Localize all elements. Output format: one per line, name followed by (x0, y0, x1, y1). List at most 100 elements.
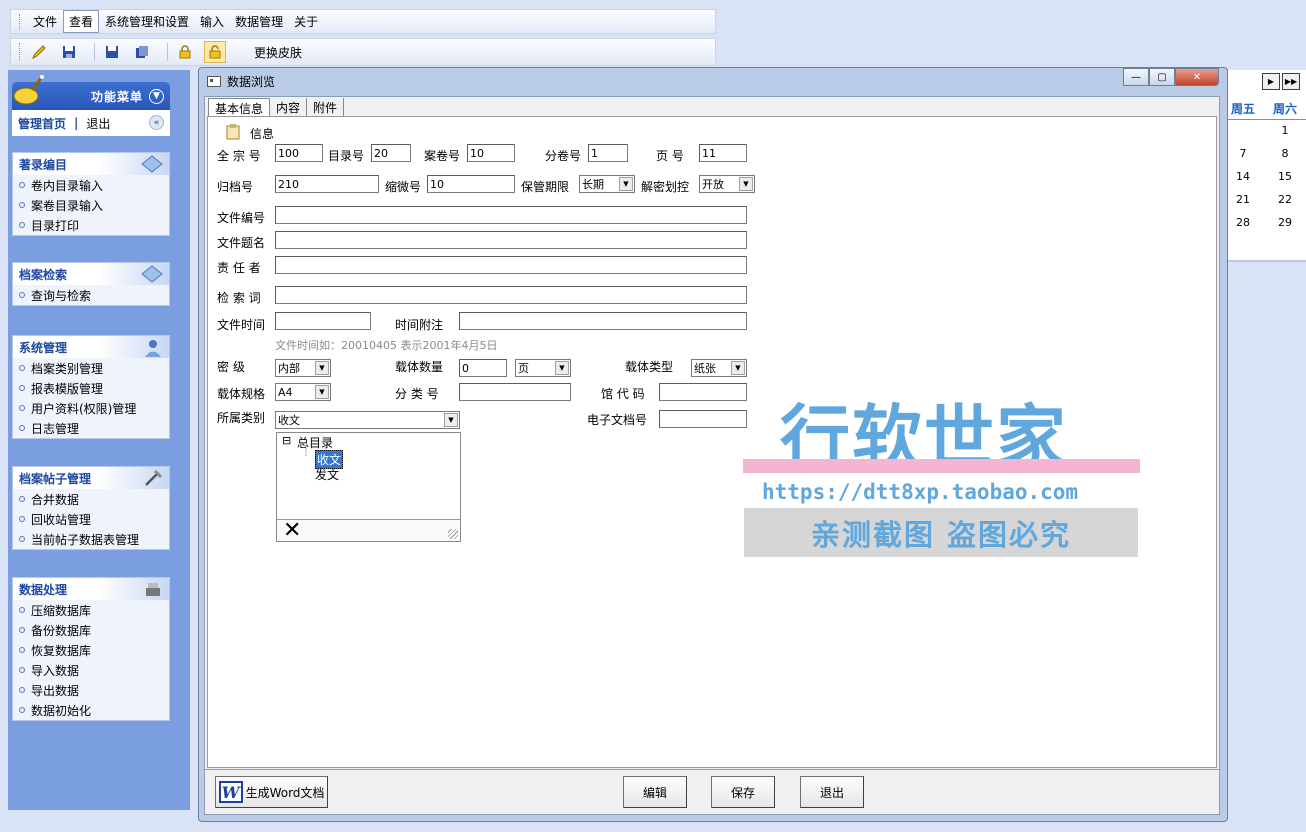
wenjianbianhao-input[interactable] (275, 206, 747, 224)
zaiti-shu-input[interactable] (459, 359, 507, 377)
next-year-icon[interactable]: ▶▶ (1282, 73, 1300, 90)
chevron-down-icon[interactable]: ▼ (149, 88, 164, 104)
jiemi-select[interactable]: 开放 ▼ (699, 175, 755, 193)
unlock-icon[interactable] (204, 41, 226, 63)
timing-input[interactable] (275, 231, 747, 249)
nav-exit-link[interactable]: 退出 (86, 115, 110, 132)
maximize-icon[interactable]: ▢ (1149, 68, 1175, 86)
chevron-down-icon[interactable]: ▼ (444, 413, 458, 427)
menu-view[interactable]: 查看 (63, 10, 100, 33)
tab-basic-info[interactable]: 基本信息 (208, 98, 271, 116)
menu-about[interactable]: 关于 (289, 11, 323, 32)
sidebar-item[interactable]: 导出数据 (13, 680, 169, 700)
lock-icon[interactable] (174, 41, 196, 63)
zaiti-unit-select[interactable]: 页 ▼ (515, 359, 571, 377)
sidebar-item[interactable]: 报表模版管理 (13, 378, 169, 398)
quanzong-label: 全 宗 号 (217, 149, 261, 163)
sidebar-item[interactable]: 卷内目录输入 (13, 175, 169, 195)
zaiti-type-value: 纸张 (694, 362, 716, 375)
menu-input[interactable]: 输入 (195, 11, 229, 32)
generate-word-button[interactable]: W 生成Word文档 (215, 776, 328, 808)
sidebar-item[interactable]: 合并数据 (13, 489, 169, 509)
menu-file[interactable]: 文件 (28, 11, 62, 32)
exit-button[interactable]: 退出 (800, 776, 864, 808)
save-icon[interactable] (58, 41, 80, 63)
mulu-input[interactable] (371, 144, 411, 162)
sidebar-item[interactable]: 数据初始化 (13, 700, 169, 720)
calendar-day[interactable]: 8 (1264, 147, 1306, 160)
copy-icon[interactable] (131, 41, 153, 63)
suowei-input[interactable] (427, 175, 515, 193)
sidebar-item[interactable]: 案卷目录输入 (13, 195, 169, 215)
calendar-day[interactable]: 28 (1222, 216, 1264, 229)
calendar-day[interactable]: 7 (1222, 147, 1264, 160)
fuzhu-input[interactable] (459, 312, 747, 330)
calendar-day[interactable]: 14 (1222, 170, 1264, 183)
collapse-left-icon[interactable]: « (149, 115, 164, 130)
menu-data-management[interactable]: 数据管理 (230, 11, 288, 32)
chevron-down-icon[interactable]: ▼ (731, 361, 745, 375)
chevron-down-icon[interactable]: ▼ (739, 177, 753, 191)
chevron-down-icon[interactable]: ▼ (315, 361, 329, 375)
group-header[interactable]: 数据处理 (13, 578, 169, 600)
guidang-input[interactable] (275, 175, 379, 193)
dianzi-input[interactable] (659, 410, 747, 428)
tab-attachments[interactable]: 附件 (307, 98, 345, 116)
sidebar-item[interactable]: 用户资料(权限)管理 (13, 398, 169, 418)
chevron-down-icon[interactable]: ▼ (555, 361, 569, 375)
sidebar-item[interactable]: 回收站管理 (13, 509, 169, 529)
miji-select[interactable]: 内部 ▼ (275, 359, 331, 377)
pen-icon[interactable] (28, 41, 50, 63)
save-button[interactable]: 保存 (711, 776, 775, 808)
chevron-down-icon[interactable]: ▼ (619, 177, 633, 191)
calendar-day[interactable]: 21 (1222, 193, 1264, 206)
resize-grip-icon[interactable] (448, 529, 458, 539)
calendar-day[interactable]: 22 (1264, 193, 1306, 206)
tab-content[interactable]: 内容 (270, 98, 308, 116)
sidebar-item[interactable]: 日志管理 (13, 418, 169, 438)
sidebar-item[interactable]: 目录打印 (13, 215, 169, 235)
menu-system-settings[interactable]: 系统管理和设置 (100, 11, 194, 32)
shijian-input[interactable] (275, 312, 371, 330)
sidebar-item[interactable]: 档案类别管理 (13, 358, 169, 378)
jiansuo-input[interactable] (275, 286, 747, 304)
toolbar-grip[interactable] (19, 43, 22, 61)
sidebar-item[interactable]: 查询与检索 (13, 285, 169, 305)
menubar-grip[interactable] (19, 13, 22, 30)
sidebar-item[interactable]: 当前帖子数据表管理 (13, 529, 169, 549)
next-month-icon[interactable]: ▶ (1262, 73, 1280, 90)
guige-select[interactable]: A4 ▼ (275, 383, 331, 401)
calendar-day[interactable]: 1 (1264, 124, 1306, 137)
group-header[interactable]: 系统管理 (13, 336, 169, 358)
zaiti-type-select[interactable]: 纸张 ▼ (691, 359, 747, 377)
calendar-day[interactable]: 29 (1264, 216, 1306, 229)
change-skin-button[interactable]: 更换皮肤 (254, 44, 302, 61)
tree-node[interactable]: 发文 (315, 466, 339, 483)
fenlei-input[interactable] (459, 383, 571, 401)
chevron-down-icon[interactable]: ▼ (315, 385, 329, 399)
calendar-day[interactable] (1222, 124, 1264, 137)
zeren-input[interactable] (275, 256, 747, 274)
group-header[interactable]: 档案检索 (13, 263, 169, 285)
sidebar-item[interactable]: 恢复数据库 (13, 640, 169, 660)
nav-home-link[interactable]: 管理首页 (18, 115, 66, 132)
calendar-day[interactable]: 15 (1264, 170, 1306, 183)
edit-button[interactable]: 编辑 (623, 776, 687, 808)
sidebar-item[interactable]: 导入数据 (13, 660, 169, 680)
group-header[interactable]: 著录编目 (13, 153, 169, 175)
baoguan-select[interactable]: 长期 ▼ (579, 175, 635, 193)
group-header[interactable]: 档案帖子管理 (13, 467, 169, 489)
tree-expander-icon[interactable]: ⊟ (282, 434, 291, 447)
minimize-icon[interactable]: — (1123, 68, 1149, 86)
anjuan-input[interactable] (467, 144, 515, 162)
suoshu-select[interactable]: 收文 ▼ (275, 411, 460, 429)
sidebar-item[interactable]: 备份数据库 (13, 620, 169, 640)
sidebar-item[interactable]: 压缩数据库 (13, 600, 169, 620)
close-icon[interactable]: ✕ (1175, 68, 1219, 86)
fenjuan-input[interactable] (588, 144, 628, 162)
quanzong-input[interactable] (275, 144, 323, 162)
guandai-input[interactable] (659, 383, 747, 401)
save-as-icon[interactable] (101, 41, 123, 63)
ye-input[interactable] (699, 144, 747, 162)
close-icon[interactable]: ✕ (283, 520, 301, 542)
